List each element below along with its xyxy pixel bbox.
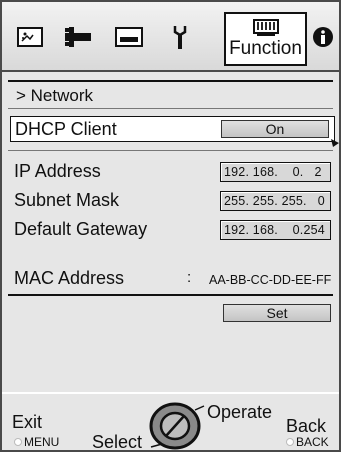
back-key-label: BACK (296, 435, 329, 449)
wrench-icon (172, 24, 188, 50)
exit-label: Exit (12, 412, 43, 432)
set-button[interactable]: Set (223, 304, 331, 322)
tab-setup[interactable] (114, 18, 144, 56)
subnet-mask-field[interactable]: 255. 255. 255. 0 (220, 191, 331, 211)
tab-picture[interactable] (16, 18, 44, 56)
tab-tools[interactable] (169, 18, 191, 56)
screen-setup-icon (115, 27, 143, 47)
back-label: Back (286, 416, 327, 436)
back-key-hint: BACK (286, 435, 329, 449)
ip-address-label: IP Address (14, 161, 101, 181)
default-gateway-field[interactable]: 192. 168. 0.254 (220, 220, 331, 240)
operate-label: Operate (207, 402, 273, 422)
menu-button-icon (14, 438, 22, 446)
network-settings-area: > Network DHCP Client On IP Address 192.… (2, 72, 339, 392)
dhcp-client-label: DHCP Client (15, 119, 117, 139)
ip-address-field[interactable]: 192. 168. 0. 2 (220, 162, 331, 182)
menu-panel: Function > Network DHCP Client On IP Add… (0, 0, 341, 452)
divider (8, 294, 333, 296)
menu-key-label: MENU (24, 435, 60, 449)
dial-control-icon (148, 400, 206, 452)
select-label: Select (92, 432, 143, 452)
function-icon (252, 19, 279, 37)
page-title: > Network (16, 86, 93, 105)
tab-input[interactable] (62, 18, 94, 56)
footer-guide: Exit MENU Select Operate Back BACK (2, 392, 339, 452)
dhcp-client-toggle[interactable]: On (221, 120, 329, 138)
back-button-icon (286, 438, 294, 446)
mac-address-value: AA-BB-CC-DD-EE-FF (209, 273, 332, 287)
divider (8, 108, 333, 109)
divider (8, 80, 333, 82)
tab-function-label: Function (229, 38, 302, 59)
divider (8, 150, 333, 151)
subnet-mask-label: Subnet Mask (14, 190, 120, 210)
info-icon (312, 26, 334, 48)
input-connector-icon (63, 25, 93, 49)
mac-address-label: MAC Address (14, 268, 125, 288)
arrow-down-icon (330, 135, 340, 147)
dhcp-client-row[interactable]: DHCP Client On (10, 116, 339, 147)
menu-tab-bar: Function (2, 2, 339, 70)
tab-function[interactable]: Function (224, 12, 307, 66)
tab-info[interactable] (310, 18, 336, 56)
mac-address-separator: : (187, 269, 192, 286)
picture-icon (17, 27, 43, 47)
default-gateway-label: Default Gateway (14, 219, 148, 239)
menu-key-hint: MENU (14, 435, 59, 449)
